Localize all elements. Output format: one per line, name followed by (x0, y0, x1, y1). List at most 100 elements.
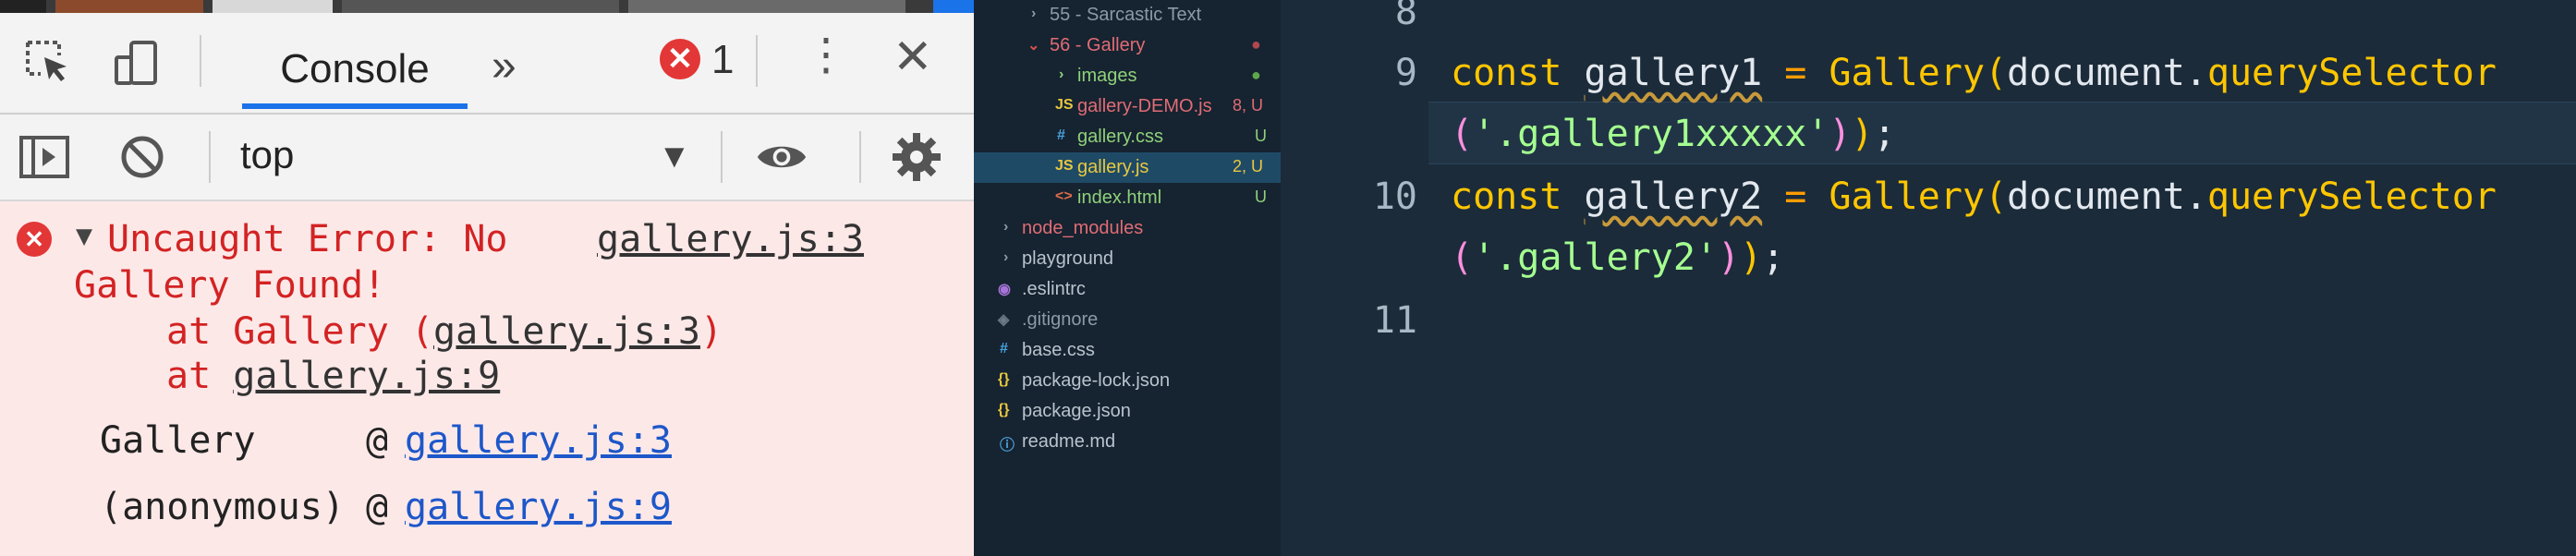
frame-link[interactable]: gallery.js:9 (405, 486, 672, 528)
thumbnail (0, 0, 46, 13)
line-number: 10 (1372, 175, 1417, 218)
explorer-item-label: 55 - Sarcastic Text (1050, 5, 1202, 25)
code-line-10[interactable]: const gallery2 = Gallery(document.queryS… (1451, 175, 2497, 218)
explorer-item-badge: 2, U (1233, 157, 1264, 175)
explorer-item-label: readme.md (1022, 431, 1116, 452)
explorer-item-badge: ● (1251, 66, 1261, 84)
devtools-tab-bar: Console » ✕ 1 ⋮ ✕ (0, 13, 974, 115)
explorer-item-selected[interactable]: JS gallery.js 2, U (974, 152, 1281, 183)
tab-console[interactable]: Console (242, 26, 468, 113)
error-source-link[interactable]: gallery.js:3 (597, 218, 864, 260)
gear-icon[interactable] (891, 131, 942, 183)
stack-link[interactable]: gallery.js:3 (433, 310, 700, 353)
explorer-item[interactable]: › 55 - Sarcastic Text (974, 0, 1281, 30)
chevron-down-icon[interactable]: ▼ (658, 137, 691, 175)
error-message-line1: Uncaught Error: No (107, 218, 508, 260)
explorer-item-badge: U (1255, 187, 1267, 206)
explorer-item[interactable]: # base.css (974, 335, 1281, 366)
dot: . (2184, 175, 2207, 218)
explorer-item-badge: 8, U (1233, 96, 1264, 115)
console-output: ✕ ▼ Uncaught Error: No gallery.js:3 Gall… (0, 201, 974, 556)
stack-link[interactable]: gallery.js:9 (233, 355, 500, 397)
thumbnail (213, 0, 333, 13)
json-file-icon: {} (998, 402, 1010, 417)
paren: ( (1985, 175, 2008, 218)
method: querySelector (2206, 175, 2497, 218)
clear-console-icon[interactable] (116, 131, 168, 183)
css-file-icon: # (1057, 127, 1065, 143)
kebab-menu-icon[interactable]: ⋮ (804, 33, 848, 78)
explorer-item-badge: U (1255, 127, 1267, 145)
error-count-icon[interactable]: ✕ (660, 39, 700, 79)
explorer-item[interactable]: ⌄ 56 - Gallery ● (974, 30, 1281, 61)
stack-line: at gallery.js:9 (166, 355, 500, 397)
thumbnail (55, 0, 203, 13)
explorer-item[interactable]: ◉ .eslintrc (974, 274, 1281, 305)
stack-suffix: ) (699, 310, 723, 353)
semicolon: ; (1762, 236, 1785, 279)
eye-icon[interactable] (756, 131, 808, 183)
paren: ( (1451, 236, 1474, 279)
css-file-icon: # (1000, 341, 1008, 357)
toolbar-separator (721, 131, 723, 183)
chevron-right-icon: › (1003, 219, 1009, 235)
code-line-9[interactable]: const gallery1 = Gallery(document.queryS… (1451, 52, 2497, 94)
explorer-item[interactable]: # gallery.css U (974, 122, 1281, 152)
function-name: Gallery (1829, 52, 1986, 94)
code-editor[interactable]: 8 9 10 11 const gallery1 = Gallery(docum… (1281, 0, 2576, 556)
chevron-right-icon: › (1031, 6, 1037, 21)
explorer-item[interactable]: JS gallery-DEMO.js 8, U (974, 91, 1281, 122)
explorer-item[interactable]: › node_modules (974, 213, 1281, 244)
operator: = (1784, 175, 1807, 218)
chevron-right-icon: › (1003, 249, 1009, 265)
dot: . (2184, 52, 2207, 94)
frame-at: @ (366, 419, 389, 462)
page-thumbnails-strip (0, 0, 974, 13)
devtools-panel: Console » ✕ 1 ⋮ ✕ top ▼ ✕ ▼ Uncaught Err… (0, 0, 974, 556)
error-count[interactable]: 1 (711, 37, 734, 83)
keyword: const (1451, 52, 1562, 94)
git-icon: ◈ (998, 312, 1010, 328)
explorer-item-label: gallery.js (1077, 157, 1149, 177)
frame-name: (anonymous) (100, 486, 345, 528)
toolbar-separator (859, 131, 861, 183)
explorer-item-label: node_modules (1022, 218, 1144, 238)
sidebar-toggle-icon[interactable] (18, 131, 70, 183)
toolbar-separator (200, 35, 201, 87)
toolbar-separator (756, 35, 758, 87)
eslint-icon: ◉ (998, 282, 1011, 297)
more-tabs-button[interactable]: » (492, 41, 516, 91)
explorer-item[interactable]: ⓘ readme.md (974, 427, 1281, 457)
html-file-icon: <> (1055, 188, 1073, 204)
explorer-item[interactable]: › playground (974, 244, 1281, 274)
line-number: 8 (1394, 0, 1417, 33)
device-toolbar-icon[interactable] (111, 37, 163, 89)
explorer-item[interactable]: {} package.json (974, 396, 1281, 427)
explorer-item-label: 56 - Gallery (1050, 35, 1146, 55)
function-name: Gallery (1829, 175, 1986, 218)
variable: gallery2 (1584, 175, 1763, 218)
code-line-10-wrap[interactable]: ('.gallery2')); (1451, 236, 1784, 279)
explorer-item-label: playground (1022, 248, 1113, 269)
close-icon[interactable]: ✕ (893, 33, 933, 81)
explorer-item[interactable]: › images ● (974, 61, 1281, 91)
explorer-item[interactable]: <> index.html U (974, 183, 1281, 213)
explorer-item[interactable]: {} package-lock.json (974, 366, 1281, 396)
code-line-9-wrap[interactable]: ('.gallery1xxxxx')); (1451, 113, 1896, 155)
explorer-item-label: base.css (1022, 340, 1095, 360)
explorer-item[interactable]: ◈ .gitignore (974, 305, 1281, 335)
explorer-item-badge: ● (1251, 35, 1261, 54)
expand-triangle-icon[interactable]: ▼ (76, 220, 92, 252)
console-toolbar: top ▼ (0, 115, 974, 201)
toolbar-separator (209, 131, 211, 183)
line-number: 9 (1394, 52, 1417, 94)
frame-link[interactable]: gallery.js:3 (405, 419, 672, 462)
explorer-item-label: package-lock.json (1022, 370, 1171, 391)
explorer-item-label: gallery.css (1077, 127, 1163, 147)
stack-prefix: at Gallery ( (166, 310, 433, 353)
context-selector[interactable]: top (240, 133, 294, 177)
inspect-element-icon[interactable] (22, 37, 74, 89)
string: '.gallery2' (1473, 236, 1718, 279)
error-icon: ✕ (17, 222, 52, 257)
js-file-icon: JS (1055, 97, 1074, 113)
